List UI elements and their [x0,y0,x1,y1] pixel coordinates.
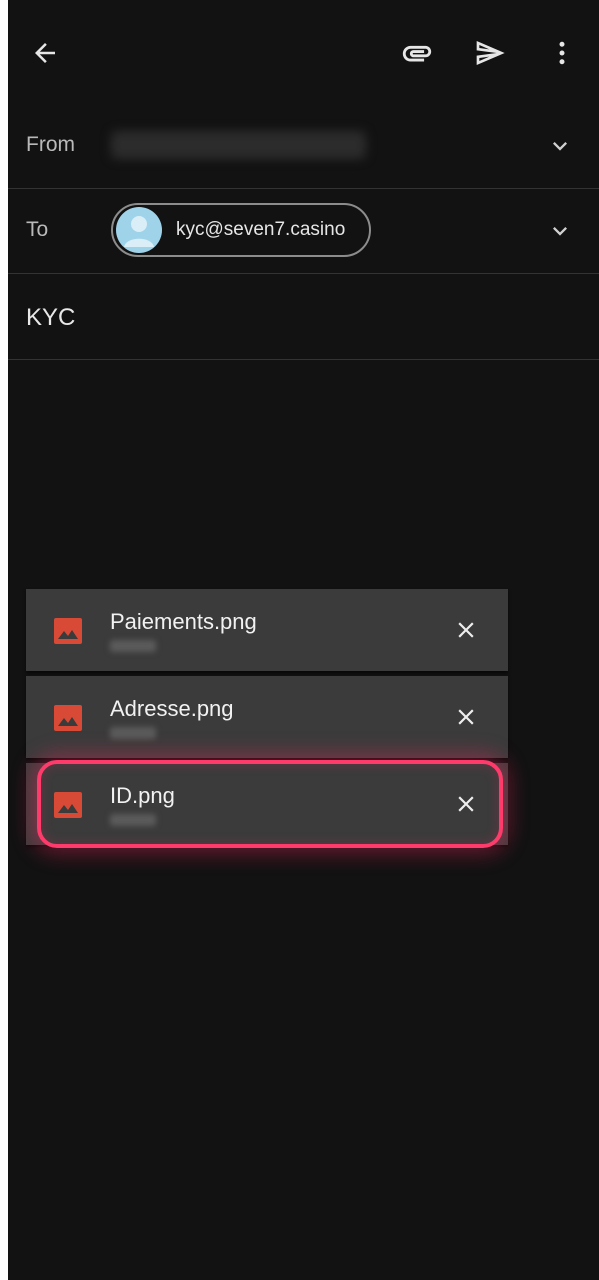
remove-attachment-button[interactable] [446,784,486,824]
more-options-button[interactable] [538,29,586,77]
subject-field[interactable]: KYC [26,304,75,332]
image-file-icon [54,792,82,818]
subject-row[interactable]: KYC [8,274,599,360]
arrow-left-icon [35,43,55,63]
recipient-chip[interactable]: kyc@seven7.casino [111,203,371,257]
remove-attachment-button[interactable] [446,697,486,737]
image-file-icon [54,705,82,731]
attachment-size-redacted [110,727,156,739]
attach-button[interactable] [393,29,441,77]
image-file-icon [54,618,82,644]
attachment-item[interactable]: Adresse.png [26,676,508,758]
to-label: To [26,218,49,241]
attachment-item[interactable]: ID.png [26,763,508,845]
attachment-name: Adresse.png [110,696,234,721]
to-expand-button[interactable] [544,215,576,247]
attachment-size-redacted [110,640,156,652]
close-icon [458,622,474,638]
remove-attachment-button[interactable] [446,610,486,650]
person-avatar-icon [116,207,162,253]
to-row[interactable]: To kyc@seven7.casino [8,189,599,274]
from-expand-button[interactable] [544,130,576,162]
send-button[interactable] [466,29,514,77]
from-label: From [26,133,75,156]
chevron-down-icon [553,227,567,236]
recipient-email: kyc@seven7.casino [176,219,346,240]
more-vertical-icon [559,41,565,65]
from-row[interactable]: From [8,104,599,189]
chevron-down-icon [553,142,567,151]
attachment-name: Paiements.png [110,609,257,634]
back-button[interactable] [21,29,69,77]
close-icon [458,709,474,725]
app-bar [8,0,599,104]
attachment-item[interactable]: Paiements.png [26,589,508,671]
attachment-size-redacted [110,814,156,826]
from-email-redacted [111,131,366,159]
close-icon [458,796,474,812]
attachment-name: ID.png [110,783,175,808]
send-icon [476,41,505,65]
compose-screen: From To kyc@seven7.casino KYC Paiements.… [8,0,599,1280]
paperclip-icon [402,45,432,62]
